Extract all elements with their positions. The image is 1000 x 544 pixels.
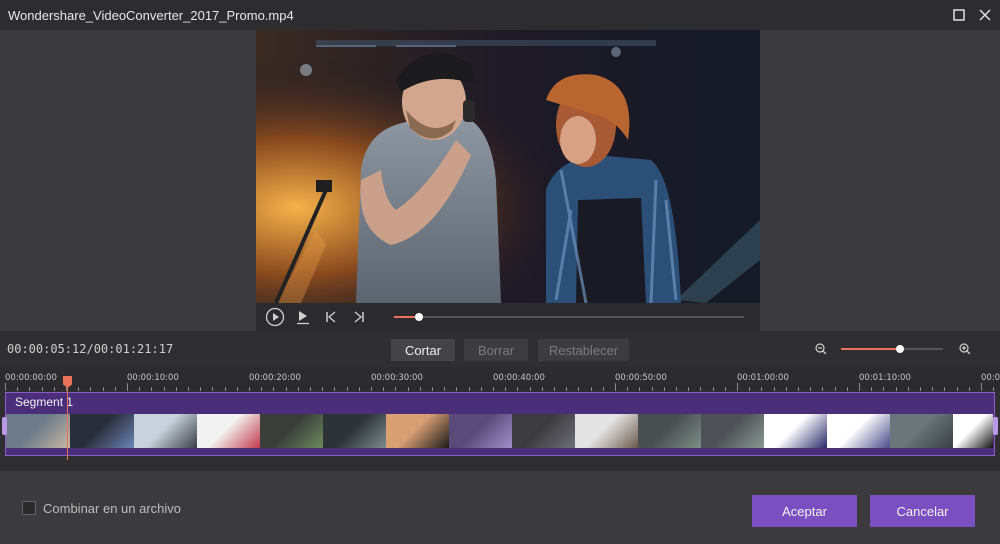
segment-thumbnail bbox=[134, 414, 197, 448]
reset-button[interactable]: Restablecer bbox=[538, 339, 629, 361]
segment-thumbnail bbox=[323, 414, 386, 448]
trim-editor-window: Wondershare_VideoConverter_2017_Promo.mp… bbox=[0, 0, 1000, 544]
export-icon bbox=[297, 311, 309, 325]
playhead-line bbox=[67, 376, 68, 460]
previous-frame-button[interactable] bbox=[317, 303, 345, 331]
playback-progress-bar[interactable] bbox=[394, 313, 744, 321]
ruler-label: 00:00:20:00 bbox=[249, 373, 301, 383]
cancel-button[interactable]: Cancelar bbox=[870, 495, 975, 527]
skip-back-icon bbox=[326, 311, 336, 323]
ruler-tick bbox=[981, 383, 982, 391]
ruler-tick bbox=[859, 383, 860, 391]
segment-thumbnail bbox=[764, 414, 827, 448]
ruler-label: 00:00:00:00 bbox=[5, 373, 57, 383]
segment-label: Segment 1 bbox=[15, 395, 74, 409]
zoom-in-icon bbox=[959, 343, 971, 355]
ruler-tick bbox=[127, 383, 128, 391]
zoom-slider[interactable] bbox=[841, 345, 943, 353]
player-controls bbox=[256, 303, 760, 331]
edit-toolbar: 00:00:05:12/00:01:21:17 Cortar Borrar Re… bbox=[0, 331, 1000, 367]
zoom-out-icon bbox=[815, 343, 827, 355]
segment-thumbnail bbox=[827, 414, 890, 448]
segment-thumbnail bbox=[890, 414, 953, 448]
segment-thumbnail bbox=[449, 414, 512, 448]
close-icon bbox=[979, 9, 991, 21]
ruler-label: 00:01:10:00 bbox=[859, 373, 911, 383]
window-title: Wondershare_VideoConverter_2017_Promo.mp… bbox=[8, 7, 294, 23]
title-bar: Wondershare_VideoConverter_2017_Promo.mp… bbox=[0, 0, 1000, 30]
ruler-tick bbox=[737, 383, 738, 391]
segment-thumbnails bbox=[6, 414, 994, 448]
accept-button[interactable]: Aceptar bbox=[752, 495, 857, 527]
maximize-button[interactable] bbox=[948, 4, 970, 26]
zoom-out-button[interactable] bbox=[811, 339, 831, 359]
segment-thumbnail bbox=[386, 414, 449, 448]
dialog-footer: Combinar en un archivo Aceptar Cancelar bbox=[0, 471, 1000, 544]
segment-thumbnail bbox=[701, 414, 764, 448]
ruler-label: 00:00:50:00 bbox=[615, 373, 667, 383]
segment-thumbnail bbox=[70, 414, 134, 448]
timeline-ruler[interactable]: 00:00:00:00 00:00:10:00 00:00:20:00 00:00:3… bbox=[0, 367, 1000, 391]
timeline-track: Segment 1 bbox=[0, 391, 1000, 471]
segment-thumbnail bbox=[197, 414, 260, 448]
segment-start-handle[interactable] bbox=[2, 417, 7, 435]
close-button[interactable] bbox=[974, 4, 996, 26]
export-frame-button[interactable] bbox=[289, 303, 317, 331]
segment-thumbnail bbox=[638, 414, 701, 448]
ruler-label: 00:00:40:00 bbox=[493, 373, 545, 383]
segment-thumbnail bbox=[512, 414, 575, 448]
ruler-tick bbox=[5, 383, 6, 391]
combine-label: Combinar en un archivo bbox=[43, 501, 182, 516]
segment-thumbnail bbox=[953, 414, 993, 448]
concert-scene-image bbox=[256, 30, 760, 303]
play-icon bbox=[265, 307, 285, 327]
segment-end-handle[interactable] bbox=[993, 417, 998, 435]
next-frame-button[interactable] bbox=[345, 303, 373, 331]
ruler-label: 00:01:2 bbox=[981, 373, 1000, 383]
segment-thumbnail bbox=[575, 414, 638, 448]
preview-area bbox=[0, 30, 1000, 331]
delete-button[interactable]: Borrar bbox=[464, 339, 528, 361]
segment-thumbnail bbox=[260, 414, 323, 448]
play-button[interactable] bbox=[261, 303, 289, 331]
segment-clip[interactable]: Segment 1 bbox=[5, 392, 995, 456]
timecode-readout: 00:00:05:12/00:01:21:17 bbox=[7, 342, 174, 356]
zoom-slider-fill bbox=[841, 348, 901, 350]
segment-thumbnail bbox=[6, 414, 70, 448]
ruler-label: 00:01:00:00 bbox=[737, 373, 789, 383]
cut-button[interactable]: Cortar bbox=[391, 339, 455, 361]
ruler-label: 00:00:30:00 bbox=[371, 373, 423, 383]
zoom-slider-knob[interactable] bbox=[896, 345, 905, 353]
zoom-in-button[interactable] bbox=[955, 339, 975, 359]
maximize-icon bbox=[953, 9, 965, 21]
playback-progress-knob[interactable] bbox=[414, 313, 423, 321]
video-preview bbox=[256, 30, 760, 303]
combine-checkbox[interactable] bbox=[22, 501, 36, 515]
ruler-tick bbox=[615, 383, 616, 391]
ruler-label: 00:00:10:00 bbox=[127, 373, 179, 383]
skip-forward-icon bbox=[354, 311, 364, 323]
